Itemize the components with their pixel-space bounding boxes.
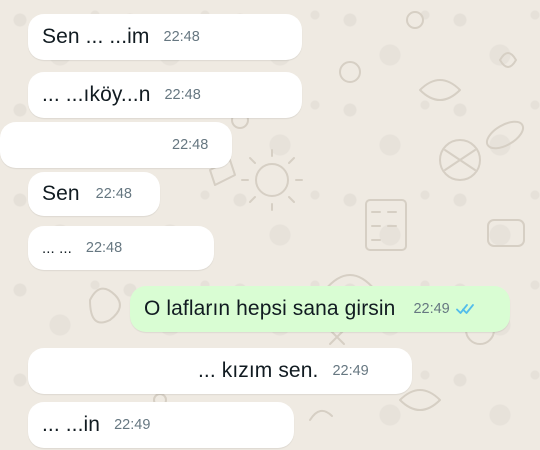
message-time: 22:49 <box>332 363 369 379</box>
message-time: 22:48 <box>172 137 209 153</box>
message-time: 22:49 <box>413 301 450 317</box>
message-time: 22:48 <box>85 240 123 256</box>
double-check-icon <box>455 303 476 315</box>
message-text: ... ...in <box>42 413 101 436</box>
message-bubble-incoming[interactable]: 22:48 <box>0 122 232 168</box>
message-time: 22:49 <box>114 417 151 433</box>
message-bubble-incoming[interactable]: ... ...ıköy...n 22:48 <box>28 72 302 118</box>
message-text: ... kızım sen. <box>198 359 319 382</box>
message-text: Sen <box>42 182 80 205</box>
message-text: O lafların hepsi sana girsin <box>144 297 396 320</box>
message-text: ... ... <box>42 239 72 257</box>
message-time: 22:48 <box>95 186 132 202</box>
message-bubble-incoming[interactable]: Sen ... ...im 22:48 <box>28 14 302 60</box>
message-text: Sen ... ...im <box>42 25 150 48</box>
message-time: 22:48 <box>164 87 201 103</box>
message-text: ... ...ıköy...n <box>42 83 151 106</box>
message-bubble-outgoing[interactable]: O lafların hepsi sana girsin 22:49 <box>130 286 510 332</box>
message-time: 22:48 <box>163 29 200 45</box>
message-bubble-incoming[interactable]: Sen 22:48 <box>28 172 160 216</box>
message-bubble-incoming[interactable]: ... ...in 22:49 <box>28 402 294 448</box>
message-bubble-incoming[interactable]: ... ... 22:48 <box>28 226 214 270</box>
message-bubble-incoming[interactable]: ... kızım sen. 22:49 <box>28 348 412 394</box>
